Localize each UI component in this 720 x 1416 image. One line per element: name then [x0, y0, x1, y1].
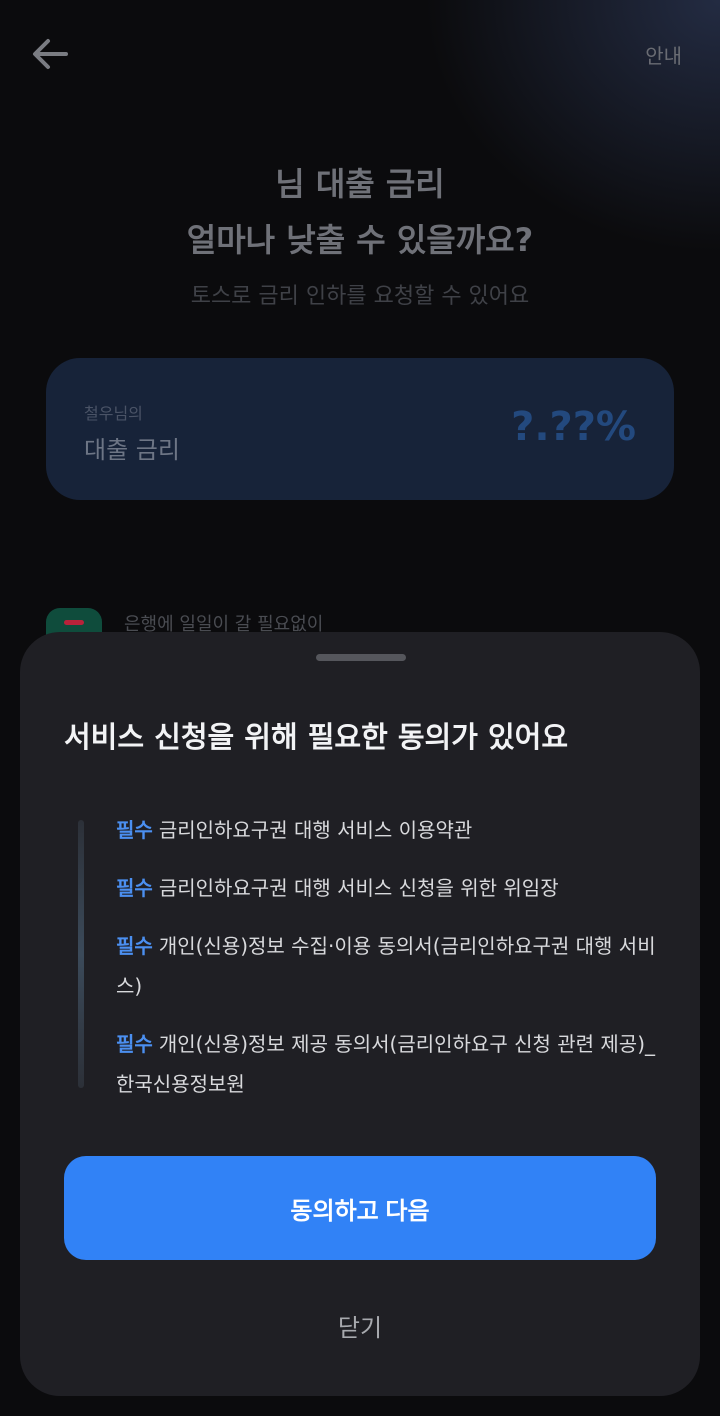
- consent-item-terms[interactable]: 필수 금리인하요구권 대행 서비스 이용약관: [116, 810, 656, 850]
- rate-owner-label: 철우님의: [84, 404, 143, 423]
- page-subtitle: 토스로 금리 인하를 요청할 수 있어요: [190, 284, 530, 309]
- title-line-2: 얼마나 낮출 수 있을까요?: [186, 221, 534, 259]
- agree-next-button[interactable]: 동의하고 다음: [64, 1156, 656, 1260]
- rate-value: ?.??%: [511, 404, 636, 450]
- consent-item-power-of-attorney[interactable]: 필수 금리인하요구권 대행 서비스 신청을 위한 위임장: [116, 868, 656, 908]
- consent-list: 필수 금리인하요구권 대행 서비스 이용약관 필수 금리인하요구권 대행 서비스 신…: [116, 810, 656, 1122]
- title-line-1: 님 대출 금리: [275, 165, 445, 203]
- rate-card: 철우님의 대출 금리 ?.??%: [46, 358, 674, 500]
- consent-item-label: 금리인하요구권 대행 서비스 신청을 위한 위임장: [158, 876, 559, 900]
- consent-item-info-collection[interactable]: 필수 개인(신용)정보 수집·이용 동의서(금리인하요구권 대행 서비스): [116, 926, 656, 1006]
- consent-item-label: 개인(신용)정보 제공 동의서(금리인하요구 신청 관련 제공)_한국신용정보원: [116, 1032, 656, 1096]
- consent-item-info-provision[interactable]: 필수 개인(신용)정보 제공 동의서(금리인하요구 신청 관련 제공)_한국신용정…: [116, 1024, 656, 1104]
- consent-item-label: 금리인하요구권 대행 서비스 이용약관: [158, 818, 473, 842]
- consent-bottom-sheet: 서비스 신청을 위해 필요한 동의가 있어요 필수 금리인하요구권 대행 서비스 …: [20, 632, 700, 1396]
- close-button[interactable]: 닫기: [20, 1308, 700, 1343]
- consent-list-scrollbar: [78, 820, 84, 1088]
- back-arrow-icon[interactable]: [28, 32, 72, 76]
- consent-item-label: 개인(신용)정보 수집·이용 동의서(금리인하요구권 대행 서비스): [116, 934, 656, 998]
- sheet-drag-handle[interactable]: [316, 654, 406, 661]
- required-tag: 필수: [116, 934, 153, 958]
- required-tag: 필수: [116, 876, 153, 900]
- required-tag: 필수: [116, 1032, 153, 1056]
- sheet-title: 서비스 신청을 위해 필요한 동의가 있어요: [64, 720, 569, 754]
- page-title: 님 대출 금리 얼마나 낮출 수 있을까요?: [0, 156, 720, 268]
- rate-label: 대출 금리: [84, 436, 180, 464]
- required-tag: 필수: [116, 818, 153, 842]
- guide-link[interactable]: 안내: [645, 40, 682, 69]
